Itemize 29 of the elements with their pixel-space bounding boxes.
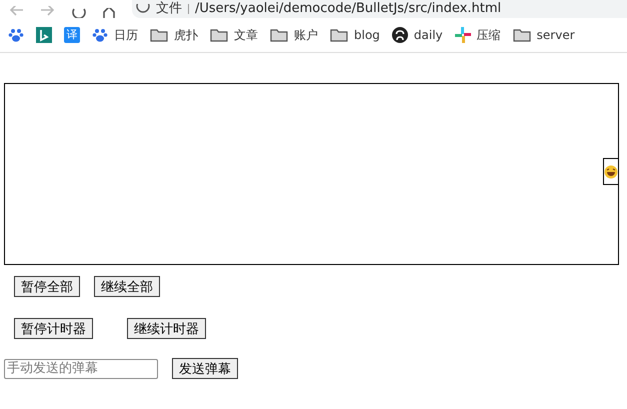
colored-cross-icon	[454, 27, 471, 43]
paw-icon	[92, 27, 108, 43]
address-bar[interactable]: 文件 /Users/yaolei/democode/BulletJs/src/index.html	[132, 0, 627, 18]
folder-icon	[330, 28, 348, 42]
folder-icon	[210, 28, 228, 42]
scheme-label: 文件	[156, 1, 182, 17]
bookmark-label[interactable]: server	[536, 28, 575, 42]
translate-bookmark[interactable]: 译	[64, 27, 80, 43]
danmaku-input[interactable]: 手动发送的弹幕	[4, 358, 158, 378]
control-button[interactable]: 暂停全部	[14, 276, 80, 297]
home-icon[interactable]	[102, 8, 116, 18]
url-text: /Users/yaolei/democode/BulletJs/src/index.html	[195, 1, 502, 17]
bookmark-label[interactable]: 账户	[294, 26, 318, 44]
b-logo-icon	[36, 27, 52, 43]
control-button[interactable]: 继续计时器	[127, 318, 206, 339]
bookmark-label[interactable]: daily	[414, 28, 443, 42]
folder-icon	[150, 28, 168, 42]
folder-icon	[512, 28, 531, 42]
laughing-emoji-icon	[604, 164, 618, 178]
bookmark-label[interactable]: 压缩	[476, 26, 501, 44]
paw-icon	[8, 27, 24, 43]
bookmark-label[interactable]: 日历	[114, 26, 138, 44]
folder-icon	[270, 28, 288, 42]
send-button[interactable]: 发送弹幕	[172, 358, 238, 379]
bookmark-label[interactable]: blog	[354, 28, 380, 42]
bookmark-label[interactable]: 文章	[234, 26, 258, 44]
bookmark-label[interactable]: 虎扑	[174, 26, 198, 44]
control-button[interactable]: 继续全部	[94, 276, 160, 297]
control-button[interactable]: 暂停计时器	[14, 318, 93, 339]
